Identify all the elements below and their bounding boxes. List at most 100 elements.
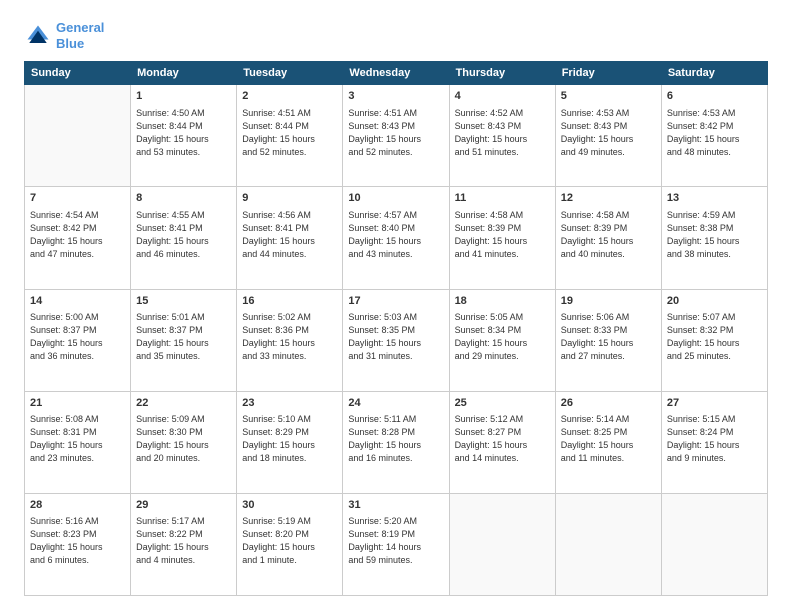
calendar-cell: 16Sunrise: 5:02 AM Sunset: 8:36 PM Dayli… xyxy=(237,289,343,391)
logo-text: General Blue xyxy=(56,20,104,51)
calendar-cell: 28 Sunrise: 5:16 AM Sunset: 8:23 PM Dayli… xyxy=(25,493,131,595)
calendar-cell: 1 Sunrise: 4:50 AM Sunset: 8:44 PM Daylig… xyxy=(131,85,237,187)
calendar-cell: 9Sunrise: 4:56 AM Sunset: 8:41 PM Daylig… xyxy=(237,187,343,289)
calendar-cell xyxy=(25,85,131,187)
day-number: 14 xyxy=(30,294,125,309)
day-number: 29 xyxy=(136,498,231,513)
calendar-cell: 24 Sunrise: 5:11 AM Sunset: 8:28 PM Dayli… xyxy=(343,391,449,493)
day-info: Sunrise: 5:03 AM Sunset: 8:35 PM Dayligh… xyxy=(348,311,443,363)
day-info: Sunrise: 4:54 AM Sunset: 8:42 PM Dayligh… xyxy=(30,209,125,261)
calendar-cell: 2 Sunrise: 4:51 AM Sunset: 8:44 PM Daylig… xyxy=(237,85,343,187)
week-row-5: 28 Sunrise: 5:16 AM Sunset: 8:23 PM Dayli… xyxy=(25,493,768,595)
day-info: Sunrise: 4:55 AM Sunset: 8:41 PM Dayligh… xyxy=(136,209,231,261)
weekday-header-saturday: Saturday xyxy=(661,62,767,85)
day-info: Sunrise: 5:09 AM Sunset: 8:30 PM Dayligh… xyxy=(136,413,231,465)
day-info: Sunrise: 5:07 AM Sunset: 8:32 PM Dayligh… xyxy=(667,311,762,363)
day-info: Sunrise: 4:57 AM Sunset: 8:40 PM Dayligh… xyxy=(348,209,443,261)
day-number: 6 xyxy=(667,89,762,104)
header: General Blue xyxy=(24,20,768,51)
day-number: 1 xyxy=(136,89,231,104)
calendar-table: SundayMondayTuesdayWednesdayThursdayFrid… xyxy=(24,61,768,596)
calendar-cell: 20 Sunrise: 5:07 AM Sunset: 8:32 PM Dayli… xyxy=(661,289,767,391)
day-info: Sunrise: 4:53 AM Sunset: 8:43 PM Dayligh… xyxy=(561,107,656,159)
logo: General Blue xyxy=(24,20,104,51)
calendar-cell: 29 Sunrise: 5:17 AM Sunset: 8:22 PM Dayli… xyxy=(131,493,237,595)
day-number: 17 xyxy=(348,294,443,309)
day-info: Sunrise: 5:20 AM Sunset: 8:19 PM Dayligh… xyxy=(348,515,443,567)
day-number: 4 xyxy=(455,89,550,104)
calendar-cell: 6 Sunrise: 4:53 AM Sunset: 8:42 PM Daylig… xyxy=(661,85,767,187)
day-info: Sunrise: 5:11 AM Sunset: 8:28 PM Dayligh… xyxy=(348,413,443,465)
weekday-header-sunday: Sunday xyxy=(25,62,131,85)
day-number: 20 xyxy=(667,294,762,309)
week-row-4: 21 Sunrise: 5:08 AM Sunset: 8:31 PM Dayli… xyxy=(25,391,768,493)
calendar-cell xyxy=(449,493,555,595)
day-info: Sunrise: 4:51 AM Sunset: 8:44 PM Dayligh… xyxy=(242,107,337,159)
calendar-cell: 7 Sunrise: 4:54 AM Sunset: 8:42 PM Daylig… xyxy=(25,187,131,289)
calendar-cell: 12Sunrise: 4:58 AM Sunset: 8:39 PM Dayli… xyxy=(555,187,661,289)
week-row-1: 1 Sunrise: 4:50 AM Sunset: 8:44 PM Daylig… xyxy=(25,85,768,187)
calendar-cell: 30 Sunrise: 5:19 AM Sunset: 8:20 PM Dayli… xyxy=(237,493,343,595)
day-number: 30 xyxy=(242,498,337,513)
calendar-cell: 17 Sunrise: 5:03 AM Sunset: 8:35 PM Dayli… xyxy=(343,289,449,391)
day-info: Sunrise: 5:19 AM Sunset: 8:20 PM Dayligh… xyxy=(242,515,337,567)
page: General Blue SundayMondayTuesdayWednesda… xyxy=(0,0,792,612)
day-number: 11 xyxy=(455,191,550,206)
calendar-cell: 26Sunrise: 5:14 AM Sunset: 8:25 PM Dayli… xyxy=(555,391,661,493)
day-info: Sunrise: 4:58 AM Sunset: 8:39 PM Dayligh… xyxy=(455,209,550,261)
day-number: 3 xyxy=(348,89,443,104)
day-number: 7 xyxy=(30,191,125,206)
weekday-header-wednesday: Wednesday xyxy=(343,62,449,85)
calendar-cell: 23 Sunrise: 5:10 AM Sunset: 8:29 PM Dayli… xyxy=(237,391,343,493)
calendar-cell: 10 Sunrise: 4:57 AM Sunset: 8:40 PM Dayli… xyxy=(343,187,449,289)
day-number: 18 xyxy=(455,294,550,309)
weekday-header-friday: Friday xyxy=(555,62,661,85)
calendar-cell: 8Sunrise: 4:55 AM Sunset: 8:41 PM Daylig… xyxy=(131,187,237,289)
calendar-cell: 4 Sunrise: 4:52 AM Sunset: 8:43 PM Daylig… xyxy=(449,85,555,187)
calendar-cell: 21 Sunrise: 5:08 AM Sunset: 8:31 PM Dayli… xyxy=(25,391,131,493)
day-number: 13 xyxy=(667,191,762,206)
day-number: 24 xyxy=(348,396,443,411)
day-info: Sunrise: 5:12 AM Sunset: 8:27 PM Dayligh… xyxy=(455,413,550,465)
calendar-cell: 18 Sunrise: 5:05 AM Sunset: 8:34 PM Dayli… xyxy=(449,289,555,391)
calendar-cell: 31 Sunrise: 5:20 AM Sunset: 8:19 PM Dayli… xyxy=(343,493,449,595)
day-info: Sunrise: 4:52 AM Sunset: 8:43 PM Dayligh… xyxy=(455,107,550,159)
day-info: Sunrise: 4:56 AM Sunset: 8:41 PM Dayligh… xyxy=(242,209,337,261)
week-row-3: 14 Sunrise: 5:00 AM Sunset: 8:37 PM Dayli… xyxy=(25,289,768,391)
calendar-body: 1 Sunrise: 4:50 AM Sunset: 8:44 PM Daylig… xyxy=(25,85,768,596)
day-info: Sunrise: 5:10 AM Sunset: 8:29 PM Dayligh… xyxy=(242,413,337,465)
calendar-cell xyxy=(661,493,767,595)
day-number: 21 xyxy=(30,396,125,411)
weekday-header-thursday: Thursday xyxy=(449,62,555,85)
day-number: 28 xyxy=(30,498,125,513)
calendar-cell xyxy=(555,493,661,595)
calendar-cell: 19Sunrise: 5:06 AM Sunset: 8:33 PM Dayli… xyxy=(555,289,661,391)
day-info: Sunrise: 4:59 AM Sunset: 8:38 PM Dayligh… xyxy=(667,209,762,261)
week-row-2: 7 Sunrise: 4:54 AM Sunset: 8:42 PM Daylig… xyxy=(25,187,768,289)
day-number: 31 xyxy=(348,498,443,513)
day-info: Sunrise: 5:05 AM Sunset: 8:34 PM Dayligh… xyxy=(455,311,550,363)
day-info: Sunrise: 4:50 AM Sunset: 8:44 PM Dayligh… xyxy=(136,107,231,159)
day-number: 2 xyxy=(242,89,337,104)
day-number: 22 xyxy=(136,396,231,411)
calendar-cell: 27Sunrise: 5:15 AM Sunset: 8:24 PM Dayli… xyxy=(661,391,767,493)
day-info: Sunrise: 5:08 AM Sunset: 8:31 PM Dayligh… xyxy=(30,413,125,465)
day-number: 27 xyxy=(667,396,762,411)
day-info: Sunrise: 5:00 AM Sunset: 8:37 PM Dayligh… xyxy=(30,311,125,363)
day-number: 25 xyxy=(455,396,550,411)
day-info: Sunrise: 5:06 AM Sunset: 8:33 PM Dayligh… xyxy=(561,311,656,363)
calendar-cell: 3 Sunrise: 4:51 AM Sunset: 8:43 PM Daylig… xyxy=(343,85,449,187)
weekday-header-monday: Monday xyxy=(131,62,237,85)
logo-icon xyxy=(24,22,52,50)
calendar-cell: 5Sunrise: 4:53 AM Sunset: 8:43 PM Daylig… xyxy=(555,85,661,187)
day-info: Sunrise: 4:51 AM Sunset: 8:43 PM Dayligh… xyxy=(348,107,443,159)
day-info: Sunrise: 4:58 AM Sunset: 8:39 PM Dayligh… xyxy=(561,209,656,261)
day-number: 16 xyxy=(242,294,337,309)
day-info: Sunrise: 5:17 AM Sunset: 8:22 PM Dayligh… xyxy=(136,515,231,567)
day-info: Sunrise: 5:16 AM Sunset: 8:23 PM Dayligh… xyxy=(30,515,125,567)
day-number: 10 xyxy=(348,191,443,206)
day-info: Sunrise: 5:01 AM Sunset: 8:37 PM Dayligh… xyxy=(136,311,231,363)
calendar-cell: 14 Sunrise: 5:00 AM Sunset: 8:37 PM Dayli… xyxy=(25,289,131,391)
day-number: 23 xyxy=(242,396,337,411)
day-info: Sunrise: 4:53 AM Sunset: 8:42 PM Dayligh… xyxy=(667,107,762,159)
